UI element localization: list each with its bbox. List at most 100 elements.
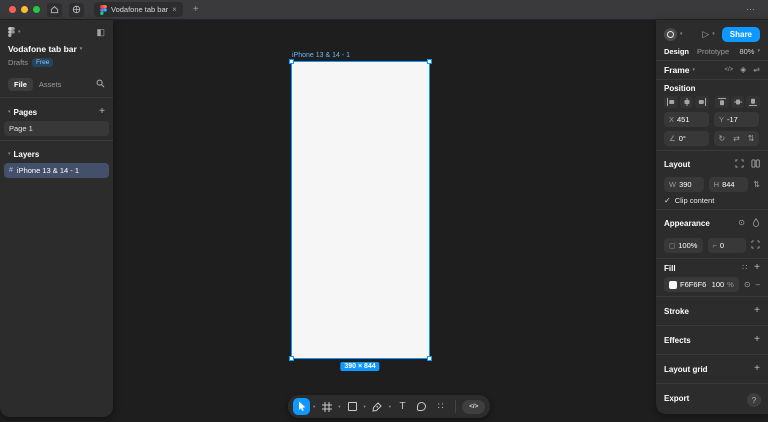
user-menu[interactable]: ▾ — [664, 28, 683, 41]
window-more-button[interactable]: ⋯ — [746, 4, 756, 15]
move-tool-button[interactable] — [293, 398, 310, 415]
pen-tool-button[interactable] — [369, 398, 386, 415]
corner-radius-input[interactable]: ⌐ 0 — [708, 238, 747, 253]
actions-button[interactable]: ∷ — [432, 398, 449, 415]
resize-handle-bottom-right[interactable] — [427, 356, 432, 361]
resize-handle-top-right[interactable] — [427, 59, 432, 64]
constrain-proportions-icon[interactable]: ⇅ — [753, 181, 760, 189]
eye-icon[interactable]: ⊙ — [738, 219, 745, 227]
home-button[interactable] — [47, 3, 62, 17]
toolbar-divider — [455, 400, 456, 413]
right-sidebar: ▾ ▷ ▾ Share Design Prototype 80% ▾ Frame… — [656, 20, 768, 414]
resize-to-fit-icon — [735, 159, 744, 168]
align-right-button[interactable] — [695, 96, 709, 108]
zoom-window-button[interactable] — [33, 6, 40, 13]
remove-fill-button[interactable]: – — [756, 281, 760, 289]
droplet-icon — [752, 218, 760, 227]
pen-tool-chevron-icon[interactable]: ▾ — [388, 404, 392, 410]
frame-type-dropdown[interactable]: Frame ▾ — [664, 65, 695, 75]
corner-radius-icon: ⌐ — [713, 241, 717, 250]
browser-tab[interactable]: Vodafone tab bar × — [94, 2, 183, 17]
move-tool-chevron-icon[interactable]: ▾ — [312, 404, 316, 410]
tab-assets[interactable]: Assets — [39, 80, 62, 89]
auto-layout-button[interactable] — [751, 155, 760, 173]
width-input[interactable]: W 390 — [664, 177, 704, 192]
stroke-title: Stroke — [664, 307, 689, 316]
tab-prototype[interactable]: Prototype — [697, 47, 729, 56]
independent-corners-button[interactable] — [751, 236, 760, 254]
frame-layer-icon: # — [9, 167, 13, 174]
present-button[interactable]: ▷ ▾ — [702, 30, 714, 39]
pages-title: Pages — [14, 108, 38, 117]
tab-design[interactable]: Design — [664, 47, 689, 56]
width-value: 390 — [679, 180, 692, 189]
share-button[interactable]: Share — [722, 27, 760, 42]
swap-instance-icon[interactable]: ⇌ — [753, 66, 760, 74]
y-position-input[interactable]: Y -17 — [714, 112, 759, 127]
left-sidebar: ▾ ◧ Vodafone tab bar ▾ Drafts Free File … — [0, 20, 113, 417]
shape-tool-button[interactable] — [344, 398, 361, 415]
clip-content-checkbox[interactable]: ✓ Clip content — [664, 196, 760, 205]
explore-button[interactable] — [69, 3, 84, 17]
frame-name-label[interactable]: iPhone 13 & 14 - 1 — [292, 52, 350, 59]
tab-file[interactable]: File — [8, 78, 33, 91]
add-effect-button[interactable]: + — [754, 335, 760, 345]
height-input[interactable]: H 844 — [709, 177, 749, 192]
rotate-button[interactable]: ↻ — [718, 135, 725, 143]
tab-close-icon[interactable]: × — [172, 6, 177, 14]
add-page-button[interactable]: + — [99, 107, 105, 117]
comment-tool-button[interactable] — [413, 398, 430, 415]
export-section[interactable]: Export + — [664, 388, 760, 408]
add-layout-grid-button[interactable]: + — [754, 364, 760, 374]
code-icon[interactable]: </> — [724, 67, 733, 73]
align-center-vertical-button[interactable] — [731, 96, 745, 108]
breadcrumb-drafts[interactable]: Drafts — [8, 58, 28, 67]
add-stroke-button[interactable]: + — [754, 306, 760, 316]
main-menu-button[interactable]: ▾ — [8, 27, 21, 37]
file-name-menu[interactable]: Vodafone tab bar ▾ — [8, 44, 105, 54]
page-item-label: Page 1 — [9, 124, 33, 133]
pages-section-header[interactable]: ▾ Pages + — [8, 102, 105, 120]
component-icon[interactable]: ◈ — [740, 66, 746, 74]
styles-icon[interactable]: ∷ — [742, 264, 747, 272]
rotation-input[interactable]: ∠ 0° — [664, 131, 709, 146]
text-tool-button[interactable]: T — [394, 398, 411, 415]
resize-handle-top-left[interactable] — [289, 59, 294, 64]
resize-to-fit-button[interactable] — [735, 155, 744, 173]
clip-content-label: Clip content — [675, 196, 715, 205]
flip-vertical-button[interactable]: ⇅ — [748, 135, 755, 143]
dev-mode-toggle[interactable]: </> — [462, 400, 485, 414]
zoom-level-control[interactable]: 80% ▾ — [739, 47, 760, 56]
x-position-input[interactable]: X 451 — [664, 112, 709, 127]
search-button[interactable] — [96, 75, 105, 93]
text-tool-icon: T — [400, 401, 406, 412]
layout-grid-title: Layout grid — [664, 365, 708, 374]
help-button[interactable]: ? — [747, 393, 761, 407]
fill-color-swatch[interactable] — [669, 281, 677, 289]
align-top-button[interactable] — [715, 96, 729, 108]
stroke-section[interactable]: Stroke + — [664, 301, 760, 321]
resize-handle-bottom-left[interactable] — [289, 356, 294, 361]
minimize-window-button[interactable] — [21, 6, 28, 13]
fill-visibility-eye-icon[interactable]: ⊙ — [744, 281, 751, 289]
align-center-horizontal-button[interactable] — [680, 96, 694, 108]
frame-tool-button[interactable] — [318, 398, 335, 415]
frame-tool-chevron-icon[interactable]: ▾ — [337, 404, 341, 410]
opacity-input[interactable]: ◻ 100% — [664, 238, 703, 253]
layers-section-header[interactable]: ▾ Layers — [8, 145, 105, 162]
close-window-button[interactable] — [9, 6, 16, 13]
effects-section[interactable]: Effects + — [664, 330, 760, 350]
add-fill-button[interactable]: + — [754, 263, 760, 273]
align-bottom-button[interactable] — [746, 96, 760, 108]
page-item[interactable]: Page 1 — [4, 121, 109, 136]
layout-grid-section[interactable]: Layout grid + — [664, 359, 760, 379]
fill-color-input[interactable]: F6F6F6 100 % — [664, 277, 739, 292]
shape-tool-chevron-icon[interactable]: ▾ — [363, 404, 367, 410]
new-tab-button[interactable]: + — [193, 5, 199, 15]
blend-droplet-icon[interactable] — [752, 214, 760, 232]
layer-item-frame[interactable]: # iPhone 13 & 14 - 1 — [4, 163, 109, 178]
flip-horizontal-button[interactable]: ⇄ — [733, 135, 740, 143]
design-frame[interactable] — [292, 62, 429, 358]
align-left-button[interactable] — [664, 96, 678, 108]
toggle-sidebar-button[interactable]: ◧ — [96, 28, 105, 37]
